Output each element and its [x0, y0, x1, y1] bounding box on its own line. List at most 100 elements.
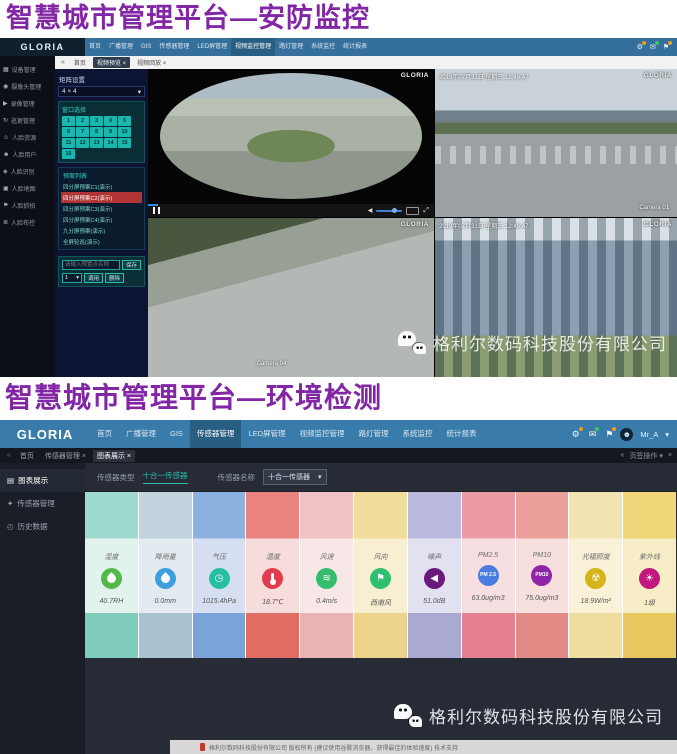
volume-slider[interactable] [376, 210, 402, 212]
uv-tile: 紫外线☀1级 [623, 492, 676, 658]
video-progress[interactable] [148, 204, 158, 206]
sidebar-item-设备管理[interactable]: ▦设备管理 [0, 61, 55, 78]
nav-menu-item[interactable]: 路灯管理 [352, 420, 396, 448]
nav-menu-item[interactable]: 首页 [90, 420, 119, 448]
window-button-1[interactable]: 1 [62, 116, 75, 126]
tabs-back-button[interactable]: « [5, 452, 13, 459]
preset-name-input[interactable] [62, 260, 120, 270]
window-button-6[interactable]: 6 [62, 127, 75, 137]
tab-close-icon[interactable]: × [80, 453, 86, 460]
nav-menu-item[interactable]: 系统监控 [307, 38, 339, 56]
matrix-select[interactable]: 4 × 4 ▾ [58, 86, 145, 97]
sensor-name-select[interactable]: 十合一传感器 ▾ [263, 469, 327, 485]
tab-视频预览[interactable]: 视频预览 × [93, 57, 130, 68]
nav-menu-item[interactable]: 广播管理 [105, 38, 137, 56]
settings-icon[interactable]: ⚙ [572, 429, 580, 440]
username[interactable]: Mr_A [640, 430, 658, 439]
message-icon[interactable]: ✉ [589, 429, 597, 440]
tab-首页[interactable]: 首页 [16, 450, 38, 462]
tab-首页[interactable]: 首页 [70, 57, 90, 68]
nav-menu-item[interactable]: GIS [137, 38, 155, 56]
tab-close-icon[interactable]: × [161, 61, 166, 67]
sidebar-item-录像管理[interactable]: ▶录像管理 [0, 95, 55, 112]
window-button-4[interactable]: 4 [104, 116, 117, 126]
nav-menu-item[interactable]: 统计报表 [440, 420, 484, 448]
window-button-15[interactable]: 15 [118, 138, 131, 148]
nav-menu-item[interactable]: 系统监控 [396, 420, 440, 448]
sensor-type-link[interactable]: 十合一传感器 [143, 470, 188, 484]
window-button-9[interactable]: 9 [104, 127, 117, 137]
sensor-name: 光辐照度 [582, 552, 610, 562]
sidebar-item-人脸布控[interactable]: ≣人脸布控 [0, 214, 55, 231]
nav-menu-item[interactable]: 首页 [85, 38, 105, 56]
sidebar-item-人脸抓拍[interactable]: ⚑人脸抓拍 [0, 197, 55, 214]
tab-视频回放[interactable]: 视频回放 × [133, 57, 170, 68]
tab-operations-button[interactable]: 页签操作 ▾ [629, 451, 662, 461]
nav-menu-item[interactable]: 视频监控管理 [231, 38, 275, 56]
preset-item[interactable]: 全屏轮巡(演示) [61, 236, 142, 247]
volume-icon[interactable]: ◀ [368, 207, 373, 214]
sidebar-item-人脸识别[interactable]: ◈人脸识别 [0, 163, 55, 180]
nav-menu-item[interactable]: LED屏管理 [193, 38, 231, 56]
tab-close-icon[interactable]: × [121, 61, 126, 67]
video-feed-camera04[interactable]: GLORIA Camera 04 [148, 218, 434, 377]
nav-menu-item[interactable]: LED屏管理 [241, 420, 292, 448]
tabs-back-button[interactable]: « [59, 59, 67, 66]
preset-item[interactable]: 九分屏预案(演示) [61, 225, 142, 236]
nav-menu-item[interactable]: 广播管理 [119, 420, 163, 448]
nav-menu-item[interactable]: 统计报表 [339, 38, 371, 56]
sidebar-item-人脸用户[interactable]: ☻人脸用户 [0, 146, 55, 163]
preset-item[interactable]: 四分屏预案C3(演示) [61, 203, 142, 214]
avatar[interactable]: ☻ [620, 428, 633, 441]
video-feed-camera01[interactable]: 2019年07月31日 星期三 12:46:47 GLORIA Camera 0… [435, 69, 677, 217]
window-button-13[interactable]: 13 [90, 138, 103, 148]
humidity-tile: 湿度40.7RH [85, 492, 138, 658]
pause-button[interactable] [153, 207, 160, 214]
window-button-7[interactable]: 7 [76, 127, 89, 137]
window-button-11[interactable]: 11 [62, 138, 75, 148]
preset-item[interactable]: 四分屏预案C4(演示) [61, 214, 142, 225]
message-icon[interactable]: ✉ [650, 43, 656, 51]
preset-number-select[interactable]: 1 ▾ [62, 273, 82, 283]
video-feed-fisheye[interactable]: GLORIA ◀ ⤢ [148, 69, 434, 217]
quality-button[interactable] [406, 207, 419, 215]
window-button-3[interactable]: 3 [90, 116, 103, 126]
sidebar-item-人脸地图[interactable]: ▣人脸地图 [0, 180, 55, 197]
sidebar-item-人脸资源[interactable]: ☺人脸资源 [0, 129, 55, 146]
preset-item[interactable]: 四分屏预案C1(演示) [61, 181, 142, 192]
nav-menu-item[interactable]: 传感器管理 [190, 420, 242, 448]
window-button-2[interactable]: 2 [76, 116, 89, 126]
notification-icon[interactable]: ⚑ [605, 429, 613, 440]
call-button[interactable]: 调用 [84, 273, 103, 283]
gloria-logo[interactable]: GLORIA [0, 38, 85, 56]
tab-close-all-button[interactable]: × [668, 452, 672, 459]
droplet-shape [105, 572, 118, 585]
sidebar-item-历史数据[interactable]: ◴历史数据 [0, 515, 85, 538]
window-button-5[interactable]: 5 [118, 116, 131, 126]
settings-icon[interactable]: ⚙ [637, 43, 643, 51]
nav-menu-item[interactable]: 路灯管理 [275, 38, 307, 56]
sidebar-item-图表展示[interactable]: ▤图表展示 [0, 469, 85, 492]
nav-menu-item[interactable]: 传感器管理 [155, 38, 193, 56]
window-button-12[interactable]: 12 [76, 138, 89, 148]
notification-icon[interactable]: ⚑ [663, 43, 669, 51]
tabs-back-button[interactable]: « [621, 452, 625, 459]
gloria-logo[interactable]: GLORIA [0, 427, 90, 442]
window-button-8[interactable]: 8 [90, 127, 103, 137]
tab-传感器管理[interactable]: 传感器管理 × [41, 450, 90, 462]
tab-close-icon[interactable]: × [125, 453, 131, 460]
preset-item[interactable]: 四分屏预案C2(演示) [61, 192, 142, 203]
window-button-10[interactable]: 10 [118, 127, 131, 137]
sidebar-item-传感器管理[interactable]: ✦传感器管理 [0, 492, 85, 515]
tab-图表展示[interactable]: 图表展示 × [93, 450, 135, 462]
save-button[interactable]: 保存 [122, 260, 141, 270]
nav-menu-item[interactable]: 视频监控管理 [293, 420, 352, 448]
window-button-16[interactable]: 16 [62, 149, 75, 159]
fullscreen-icon[interactable]: ⤢ [423, 207, 429, 215]
nav-menu-item[interactable]: GIS [163, 420, 190, 448]
sidebar-item-巡更管理[interactable]: ↻巡更管理 [0, 112, 55, 129]
delete-button[interactable]: 删除 [105, 273, 124, 283]
environment-sidebar: ▤图表展示✦传感器管理◴历史数据 [0, 463, 85, 754]
window-button-14[interactable]: 14 [104, 138, 117, 148]
sidebar-item-摄像头管理[interactable]: ◉摄像头管理 [0, 78, 55, 95]
